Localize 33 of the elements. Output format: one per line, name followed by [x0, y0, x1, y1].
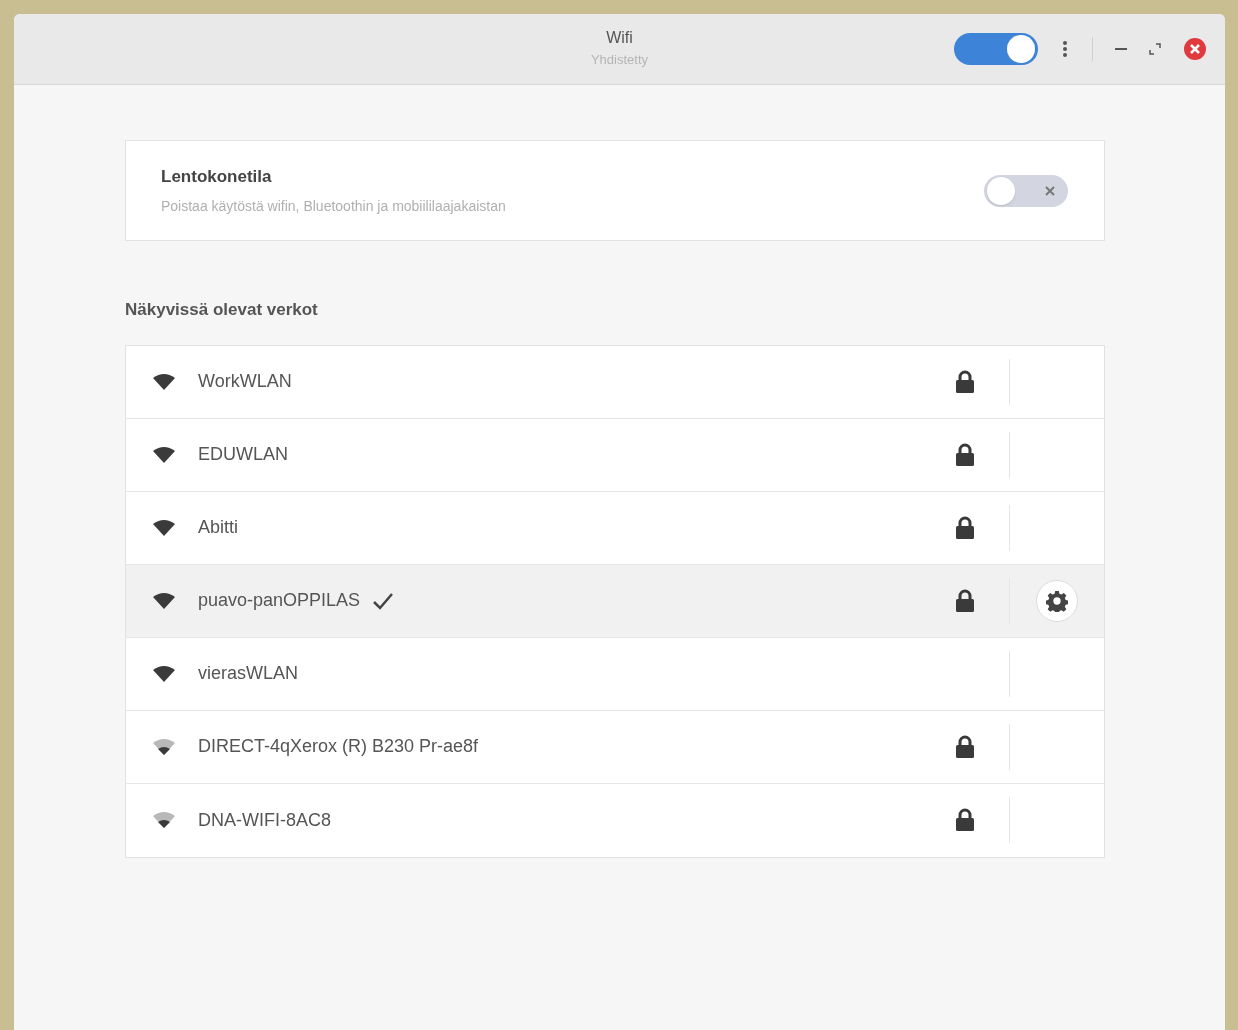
network-row[interactable]: WorkWLAN	[126, 345, 1104, 419]
wifi-signal-icon	[152, 518, 176, 537]
network-name: EDUWLAN	[198, 443, 288, 466]
network-name: DNA-WIFI-8AC8	[198, 808, 331, 832]
checkmark-icon	[372, 591, 395, 610]
network-row[interactable]: Abitti	[126, 491, 1104, 565]
network-row[interactable]: vierasWLAN	[126, 637, 1104, 711]
maximize-icon[interactable]	[1149, 43, 1161, 55]
wifi-signal-icon	[152, 811, 176, 829]
wifi-signal-icon	[152, 591, 176, 610]
airplane-mode-description: Poistaa käytöstä wifin, Bluetoothin ja mobiililaajakaistan	[161, 196, 506, 216]
network-name: vierasWLAN	[198, 662, 299, 685]
network-row[interactable]: DIRECT-4qXerox (R) B230 Pr-ae8f	[126, 710, 1104, 784]
network-row[interactable]: DNA-WIFI-8AC8	[126, 783, 1104, 857]
wifi-signal-icon	[152, 664, 176, 683]
cross-icon	[1045, 185, 1055, 196]
network-name: DIRECT-4qXerox (R) B230 Pr-ae8f	[198, 735, 479, 758]
airplane-mode-title: Lentokonetila	[161, 166, 273, 189]
wifi-switch[interactable]	[954, 33, 1038, 65]
network-name: puavo-panOPPILAS	[198, 589, 361, 612]
network-row[interactable]: EDUWLAN	[126, 418, 1104, 492]
wifi-signal-icon	[152, 737, 176, 756]
section-heading: Näkyvissä olevat verkot	[125, 299, 319, 321]
network-name: WorkWLAN	[198, 370, 292, 393]
settings-icon	[1046, 589, 1068, 612]
network-row[interactable]: puavo-panOPPILAS	[126, 564, 1104, 638]
close-icon[interactable]	[1183, 37, 1207, 61]
settings-button[interactable]	[1036, 579, 1078, 622]
network-name: Abitti	[198, 516, 239, 539]
airplane-mode-switch[interactable]	[984, 174, 1068, 207]
wifi-signal-icon	[152, 372, 176, 391]
wifi-signal-icon	[152, 445, 176, 464]
window-title: Wifi	[606, 28, 633, 48]
